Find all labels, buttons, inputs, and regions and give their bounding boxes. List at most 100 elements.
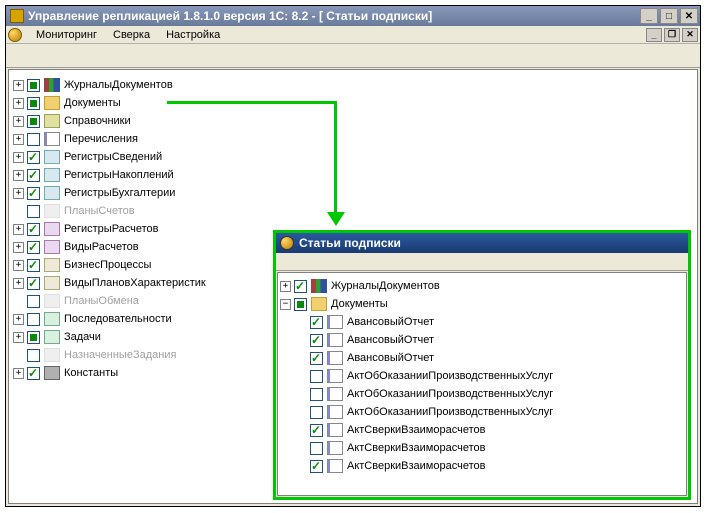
doc-icon bbox=[327, 459, 343, 473]
node-label: АктОбОказанииПроизводственныхУслуг bbox=[347, 370, 553, 382]
checkbox[interactable] bbox=[310, 352, 323, 365]
checkbox[interactable] bbox=[27, 259, 40, 272]
checkbox[interactable] bbox=[294, 298, 307, 311]
tree-node[interactable]: АктСверкиВзаиморасчетов bbox=[280, 457, 684, 475]
tree-node[interactable]: +Справочники bbox=[13, 112, 693, 130]
expander-icon[interactable]: + bbox=[13, 116, 24, 127]
checkbox[interactable] bbox=[27, 187, 40, 200]
mdi-minimize-button[interactable]: _ bbox=[646, 28, 662, 42]
expander-icon[interactable]: + bbox=[13, 314, 24, 325]
node-label: ВидыПлановХарактеристик bbox=[64, 277, 206, 289]
expander-icon[interactable]: + bbox=[13, 152, 24, 163]
expander-icon[interactable]: + bbox=[13, 368, 24, 379]
books-icon bbox=[44, 78, 60, 92]
tree-node[interactable]: −Документы bbox=[280, 295, 684, 313]
checkbox[interactable] bbox=[27, 97, 40, 110]
checkbox[interactable] bbox=[310, 406, 323, 419]
checkbox[interactable] bbox=[310, 388, 323, 401]
tree-node[interactable]: + Документы bbox=[13, 94, 693, 112]
tree-node[interactable]: ПланыСчетов bbox=[13, 202, 693, 220]
menu-sverka[interactable]: Сверка bbox=[105, 28, 158, 42]
checkbox[interactable] bbox=[27, 277, 40, 290]
tree-node[interactable]: АвансовыйОтчет bbox=[280, 331, 684, 349]
checkbox[interactable] bbox=[294, 280, 307, 293]
expander-icon[interactable]: + bbox=[13, 80, 24, 91]
tree-node[interactable]: +РегистрыБухгалтерии bbox=[13, 184, 693, 202]
node-label: Документы bbox=[64, 97, 121, 109]
checkbox[interactable] bbox=[27, 349, 40, 362]
mdi-controls: _ ❐ ✕ bbox=[646, 28, 698, 42]
checkbox[interactable] bbox=[27, 295, 40, 308]
menu-monitoring[interactable]: Мониторинг bbox=[28, 28, 105, 42]
tree-node[interactable]: + ЖурналыДокументов bbox=[280, 277, 684, 295]
tree-node[interactable]: АктОбОказанииПроизводственныхУслуг bbox=[280, 385, 684, 403]
titlebar[interactable]: Управление репликацией 1.8.1.0 версия 1С… bbox=[6, 6, 700, 26]
popup-titlebar[interactable]: Статьи подписки bbox=[276, 233, 688, 253]
popup-title-text: Статьи подписки bbox=[299, 236, 401, 250]
tree-node[interactable]: +Перечисления bbox=[13, 130, 693, 148]
expander-spacer bbox=[296, 407, 307, 418]
checkbox[interactable] bbox=[27, 169, 40, 182]
doc-icon bbox=[44, 132, 60, 146]
checkbox[interactable] bbox=[27, 133, 40, 146]
expander-icon[interactable]: + bbox=[13, 170, 24, 181]
popup-tree[interactable]: +ЖурналыДокументов−ДокументыАвансовыйОтч… bbox=[277, 272, 687, 496]
doc-icon bbox=[327, 315, 343, 329]
node-label: ЖурналыДокументов bbox=[64, 79, 173, 91]
annotation-arrow bbox=[334, 101, 337, 213]
checkbox[interactable] bbox=[310, 334, 323, 347]
checkbox[interactable] bbox=[27, 115, 40, 128]
tree-node[interactable]: АктСверкиВзаиморасчетов bbox=[280, 439, 684, 457]
tree-node[interactable]: + ЖурналыДокументов bbox=[13, 76, 693, 94]
checkbox[interactable] bbox=[27, 241, 40, 254]
node-label: ЖурналыДокументов bbox=[331, 280, 440, 292]
checkbox[interactable] bbox=[27, 223, 40, 236]
expander-icon[interactable]: + bbox=[280, 281, 291, 292]
menu-nastroika[interactable]: Настройка bbox=[158, 28, 228, 42]
expander-icon[interactable]: + bbox=[13, 134, 24, 145]
expander-icon[interactable]: − bbox=[280, 299, 291, 310]
disabled-icon bbox=[44, 348, 60, 362]
tree-node[interactable]: АвансовыйОтчет bbox=[280, 349, 684, 367]
expander-icon[interactable]: + bbox=[13, 332, 24, 343]
checkbox[interactable] bbox=[27, 205, 40, 218]
checkbox[interactable] bbox=[27, 79, 40, 92]
close-button[interactable]: ✕ bbox=[680, 8, 698, 24]
node-label: Последовательности bbox=[64, 313, 172, 325]
task-icon bbox=[44, 312, 60, 326]
expander-icon[interactable]: + bbox=[13, 242, 24, 253]
expander-icon[interactable]: + bbox=[13, 224, 24, 235]
window-title: Управление репликацией 1.8.1.0 версия 1С… bbox=[28, 9, 640, 23]
mdi-close-button[interactable]: ✕ bbox=[682, 28, 698, 42]
checkbox[interactable] bbox=[27, 313, 40, 326]
expander-icon[interactable]: + bbox=[13, 260, 24, 271]
minimize-button[interactable]: _ bbox=[640, 8, 658, 24]
maximize-button[interactable]: □ bbox=[660, 8, 678, 24]
checkbox[interactable] bbox=[27, 151, 40, 164]
checkbox[interactable] bbox=[310, 460, 323, 473]
expander-icon[interactable]: + bbox=[13, 98, 24, 109]
checkbox[interactable] bbox=[27, 331, 40, 344]
tree-node[interactable]: АктОбОказанииПроизводственныхУслуг bbox=[280, 367, 684, 385]
expander-spacer bbox=[296, 335, 307, 346]
checkbox[interactable] bbox=[310, 370, 323, 383]
ref-icon bbox=[44, 114, 60, 128]
node-label: РегистрыРасчетов bbox=[64, 223, 159, 235]
task-icon bbox=[44, 330, 60, 344]
mdi-restore-button[interactable]: ❐ bbox=[664, 28, 680, 42]
expander-icon[interactable]: + bbox=[13, 278, 24, 289]
tree-node[interactable]: АктСверкиВзаиморасчетов bbox=[280, 421, 684, 439]
checkbox[interactable] bbox=[27, 367, 40, 380]
tree-node[interactable]: +РегистрыСведений bbox=[13, 148, 693, 166]
node-label: АктОбОказанииПроизводственныхУслуг bbox=[347, 388, 553, 400]
tree-node[interactable]: АвансовыйОтчет bbox=[280, 313, 684, 331]
checkbox[interactable] bbox=[310, 316, 323, 329]
tree-node[interactable]: +РегистрыНакоплений bbox=[13, 166, 693, 184]
doc-icon bbox=[327, 387, 343, 401]
tree-node[interactable]: АктОбОказанииПроизводственныхУслуг bbox=[280, 403, 684, 421]
checkbox[interactable] bbox=[310, 442, 323, 455]
checkbox[interactable] bbox=[310, 424, 323, 437]
expander-icon[interactable]: + bbox=[13, 188, 24, 199]
node-label: Константы bbox=[64, 367, 118, 379]
disabled-icon bbox=[44, 294, 60, 308]
